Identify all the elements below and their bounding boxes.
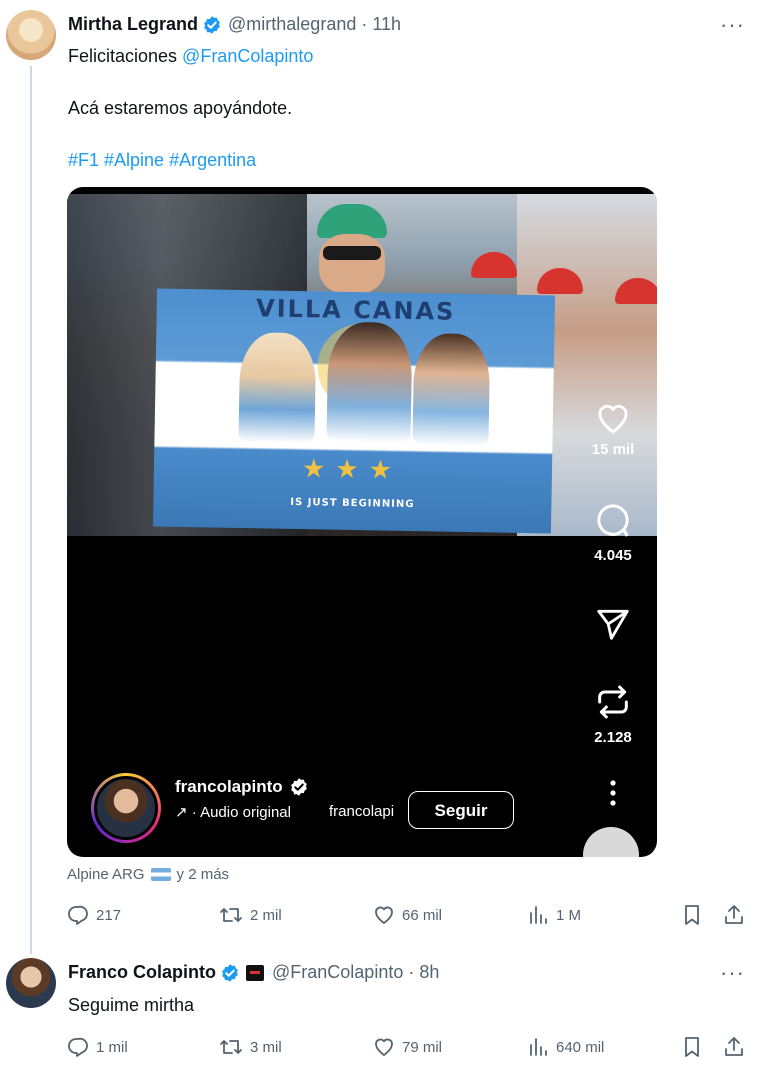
analytics-icon [530, 1038, 547, 1056]
separator-dot: · [361, 14, 368, 34]
hashtags-link[interactable]: #F1 #Alpine #Argentina [68, 149, 256, 171]
share-icon [725, 905, 743, 924]
like-button[interactable]: 79 mil [372, 1035, 442, 1059]
reply-icon [68, 1037, 88, 1057]
tweet-actions: 1 mil 3 mil 79 mil 640 mil [66, 1035, 745, 1061]
banner-portrait [326, 321, 413, 443]
bookmark-icon [685, 905, 699, 925]
like-count: 66 mil [402, 906, 443, 924]
affiliate-badge-icon[interactable] [246, 964, 264, 981]
banner-stars: ★★★ [301, 453, 403, 485]
bookmark-icon [685, 1037, 699, 1057]
verified-badge-icon [222, 963, 238, 982]
heart-icon [375, 906, 393, 925]
share-icon [725, 1037, 743, 1056]
tweet-header: Mirtha Legrand @mirthalegrand · 11h [68, 14, 401, 35]
like-count: 79 mil [402, 1038, 443, 1056]
repost-icon [220, 1040, 242, 1054]
more-options-icon[interactable]: ··· [720, 12, 745, 38]
share-button[interactable] [722, 903, 752, 927]
green-cap [317, 204, 387, 238]
reply-button[interactable]: 217 [66, 903, 121, 927]
share-button[interactable] [722, 1035, 752, 1059]
reply-count: 217 [96, 906, 122, 924]
red-cap [471, 252, 517, 278]
reel-username[interactable]: francolapinto [175, 777, 283, 797]
repost-count: 2.128 [594, 729, 632, 746]
like-control[interactable]: 15 mil [583, 399, 643, 458]
tweet-actions: 217 2 mil 66 mil 1 M [66, 903, 745, 929]
bookmark-button[interactable] [680, 903, 710, 927]
tweet-text-prefix: Felicitaciones [68, 46, 183, 66]
comment-bubble-icon [597, 504, 629, 537]
tweet-header: Franco Colapinto @FranColapinto · 8h [68, 962, 439, 983]
author-handle[interactable]: @FranColapinto [272, 962, 403, 983]
social-context-more: y 2 más [176, 866, 230, 883]
repost-icon [220, 908, 242, 922]
separator-dot: · [408, 962, 415, 982]
views-button[interactable]: 640 mil [526, 1035, 604, 1059]
banner-subtitle: IS JUST BEGINNING [290, 496, 415, 511]
views-count: 640 mil [556, 1038, 605, 1056]
video-frame-photo: VILLA CANAS ★★★ IS JUST BEGINNING [67, 194, 657, 536]
avatar-mirtha[interactable] [6, 10, 56, 60]
sunglasses [323, 246, 381, 260]
translate-button[interactable] [583, 827, 639, 857]
reply-count: 1 mil [96, 1038, 128, 1056]
repost-count: 2 mil [250, 906, 282, 924]
verified-badge-icon [204, 15, 220, 34]
tweet-text: Seguime mirtha [68, 995, 195, 1015]
author-name[interactable]: Mirtha Legrand [68, 14, 198, 35]
repost-control[interactable]: 2.128 [583, 681, 643, 746]
embedded-video[interactable]: VILLA CANAS ★★★ IS JUST BEGINNING 15 mil… [67, 187, 657, 857]
argentina-banner: VILLA CANAS ★★★ IS JUST BEGINNING [152, 288, 556, 534]
reply-icon [68, 905, 88, 925]
like-count: 15 mil [591, 441, 635, 458]
fan-face [319, 234, 385, 294]
kebab-dots [610, 780, 616, 806]
reel-footer: francolapinto ↗ · Audio original francol… [91, 773, 531, 843]
audio-label[interactable]: ↗ · Audio original [175, 803, 291, 821]
more-vertical-icon[interactable] [583, 779, 643, 807]
repost-button[interactable]: 3 mil [218, 1035, 282, 1059]
repost-button[interactable]: 2 mil [218, 903, 282, 927]
repost-count: 3 mil [250, 1038, 282, 1056]
social-context-account: Alpine ARG [67, 866, 145, 883]
more-options-icon[interactable]: ··· [720, 960, 745, 986]
reel-author-avatar[interactable] [91, 773, 161, 843]
comment-count: 4.045 [594, 547, 632, 564]
comment-control[interactable]: 4.045 [583, 501, 643, 564]
share-control[interactable] [583, 605, 643, 643]
banner-portrait [412, 333, 491, 447]
timestamp[interactable]: 11h [372, 14, 401, 35]
follow-button[interactable]: Seguir [408, 791, 514, 829]
social-context[interactable]: Alpine ARG y 2 más [67, 866, 229, 883]
tweet-text-line-2: Acá estaremos apoyándote. [68, 98, 293, 118]
argentina-flag-icon [150, 868, 171, 881]
avatar-franco[interactable] [6, 958, 56, 1008]
analytics-icon [530, 906, 547, 924]
reel-author-row: francolapinto [175, 777, 309, 797]
timestamp[interactable]: 8h [419, 962, 439, 983]
like-button[interactable]: 66 mil [372, 903, 442, 927]
banner-portrait [238, 332, 317, 444]
heart-icon [598, 404, 628, 434]
views-count: 1 M [556, 906, 582, 924]
bookmark-button[interactable] [680, 1035, 710, 1059]
repost-icon [598, 685, 628, 719]
mention-link[interactable]: @FranColapinto [182, 46, 313, 66]
tweet-text-line-1: Felicitaciones @FranColapinto [68, 45, 313, 67]
author-handle[interactable]: @mirthalegrand [228, 14, 356, 35]
send-icon [597, 609, 629, 640]
author-name[interactable]: Franco Colapinto [68, 962, 216, 983]
verified-badge-icon [290, 778, 307, 796]
thread-connector-line [30, 66, 32, 954]
views-button[interactable]: 1 M [526, 903, 581, 927]
audio-author-truncated: francolapinto [329, 803, 395, 820]
heart-icon [375, 1038, 393, 1057]
reply-button[interactable]: 1 mil [66, 1035, 128, 1059]
